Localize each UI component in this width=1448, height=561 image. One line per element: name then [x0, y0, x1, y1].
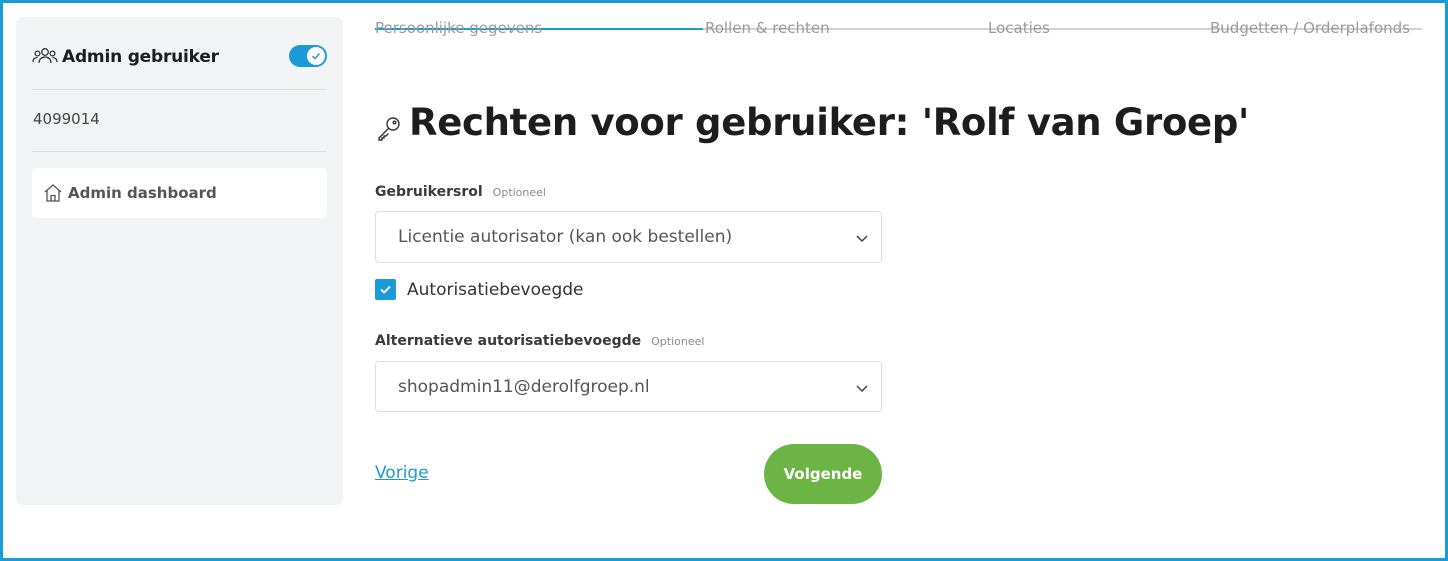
step-personal-details[interactable]: Persoonlijke gegevens	[375, 19, 542, 37]
role-select-value: Licentie autorisator (kan ook bestellen)	[398, 227, 733, 247]
alt-authorized-label: Alternatieve autorisatiebevoegde Optione…	[375, 333, 704, 349]
role-select[interactable]: Licentie autorisator (kan ook bestellen)	[375, 211, 882, 263]
sidebar-divider	[32, 151, 327, 152]
page-heading: Rechten voor gebruiker: 'Rolf van Groep'	[409, 101, 1250, 144]
app-frame: Admin gebruiker 4099014 Admin dashboard …	[0, 0, 1448, 561]
alt-authorized-label-text: Alternatieve autorisatiebevoegde	[375, 333, 642, 349]
user-id: 4099014	[33, 110, 100, 128]
next-button[interactable]: Volgende	[764, 444, 882, 504]
optional-tag: Optioneel	[492, 186, 546, 199]
alt-authorized-select-value: shopadmin11@derolfgroep.nl	[398, 376, 650, 397]
sidebar-divider	[32, 89, 327, 90]
chevron-down-icon	[855, 230, 869, 244]
authorized-label: Autorisatiebevoegde	[407, 279, 584, 300]
authorized-checkbox[interactable]	[375, 279, 396, 300]
chevron-down-icon	[855, 380, 869, 394]
role-label-text: Gebruikersrol	[375, 184, 483, 200]
sidebar-title: Admin gebruiker	[62, 47, 219, 67]
admin-toggle[interactable]	[289, 45, 327, 67]
home-icon	[42, 182, 64, 204]
step-locations[interactable]: Locaties	[988, 19, 1050, 37]
sidebar-item-label: Admin dashboard	[68, 184, 217, 202]
sidebar: Admin gebruiker 4099014 Admin dashboard	[16, 17, 343, 505]
step-budgets[interactable]: Budgetten / Orderplafonds	[1210, 19, 1410, 37]
check-icon	[311, 52, 321, 60]
previous-link[interactable]: Vorige	[375, 463, 429, 483]
role-label: Gebruikersrol Optioneel	[375, 184, 546, 200]
step-roles-rights[interactable]: Rollen & rechten	[705, 19, 830, 37]
users-icon	[32, 45, 58, 69]
check-icon	[380, 285, 391, 294]
sidebar-header: Admin gebruiker	[32, 43, 327, 71]
key-icon	[375, 114, 403, 142]
authorized-checkbox-row[interactable]: Autorisatiebevoegde	[375, 279, 584, 300]
toggle-knob	[307, 47, 325, 65]
page-title: Rechten voor gebruiker: 'Rolf van Groep'	[375, 101, 1249, 144]
optional-tag: Optioneel	[651, 335, 705, 348]
sidebar-item-admin-dashboard[interactable]: Admin dashboard	[32, 168, 327, 218]
alt-authorized-select[interactable]: shopadmin11@derolfgroep.nl	[375, 361, 882, 412]
